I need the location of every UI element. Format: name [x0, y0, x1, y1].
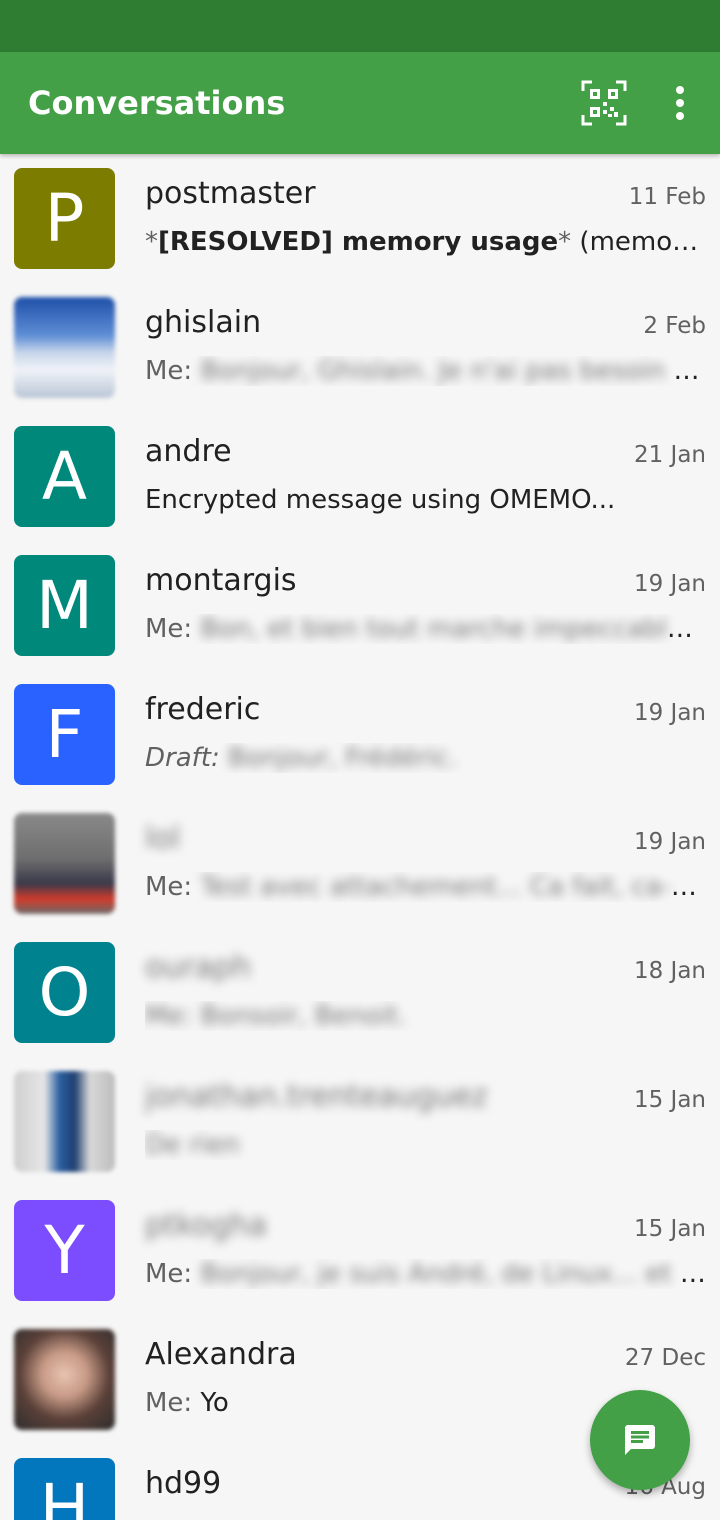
message-date: 21 Jan	[633, 442, 706, 468]
avatar-letter: A	[41, 438, 88, 515]
message-date: 15 Jan	[633, 1087, 706, 1113]
preview-text: Bonjour, je suis André, de Linux... et j…	[200, 1259, 707, 1289]
conversation-row-ghislain[interactable]: ghislain 2 Feb Me: Bonjour, Ghislain. Je…	[0, 283, 720, 412]
contact-name: Alexandra	[145, 1337, 297, 1372]
preview-text: Yo	[200, 1388, 229, 1418]
avatar-letter: M	[36, 567, 93, 644]
avatar: H	[14, 1458, 115, 1520]
new-message-icon	[625, 1425, 655, 1455]
conversation-row-frederic[interactable]: F frederic 19 Jan Draft: Bonjour, Frédér…	[0, 670, 720, 799]
message-preview: *[RESOLVED] memory usage* (memory usage.…	[145, 227, 707, 257]
contact-name: frederic	[145, 692, 261, 727]
avatar: A	[14, 426, 115, 527]
conversation-row-andre[interactable]: A andre 21 Jan Encrypted message using O…	[0, 412, 720, 541]
avatar-letter: H	[39, 1470, 90, 1520]
message-date: 15 Jan	[633, 1216, 706, 1242]
preview-text: Me: Bonsoir, Benoit.	[145, 1001, 407, 1031]
app-title: Conversations	[28, 84, 286, 122]
conversation-row-jonathan[interactable]: jonathan.trenteauguez 15 Jan De rien	[0, 1057, 720, 1186]
draft-prefix: Draft:	[145, 743, 220, 773]
avatar: M	[14, 555, 115, 656]
preview-text: De rien	[145, 1130, 240, 1160]
contact-name: montargis	[145, 563, 297, 598]
message-date: 19 Jan	[633, 829, 706, 855]
preview-bold-text: [RESOLVED] memory usage	[158, 227, 559, 257]
contact-name: ptkogha	[145, 1208, 267, 1243]
message-preview: Me: Bon, et bien tout marche impeccable.…	[145, 614, 707, 644]
more-vert-icon	[676, 86, 684, 120]
message-preview: Me: Test avec attachement... Ca fait, ca…	[145, 872, 707, 902]
qr-code-scan-button[interactable]	[580, 79, 628, 127]
status-bar	[0, 0, 720, 52]
conversation-row-ouraph[interactable]: O ouraph 18 Jan Me: Bonsoir, Benoit.	[0, 928, 720, 1057]
message-date: 19 Jan	[633, 571, 706, 597]
message-date: 2 Feb	[643, 313, 706, 339]
markdown-star: *	[558, 227, 572, 257]
preview-text: Bonjour, Ghislain. Je n'ai pas besoin de…	[200, 356, 707, 386]
qr-code-scan-icon	[581, 80, 627, 126]
new-conversation-button[interactable]	[590, 1390, 690, 1490]
message-preview: Me: Bonjour, je suis André, de Linux... …	[145, 1259, 707, 1289]
avatar	[14, 297, 115, 398]
preview-text: Bonjour, Frédéric.	[228, 743, 458, 773]
message-preview: Draft: Bonjour, Frédéric.	[145, 743, 707, 773]
message-date: 11 Feb	[628, 184, 706, 210]
conversation-list: P postmaster 11 Feb *[RESOLVED] memory u…	[0, 154, 720, 1520]
preview-prefix: Me:	[145, 356, 193, 386]
message-date: 18 Jan	[633, 958, 706, 984]
conversation-row-postmaster[interactable]: P postmaster 11 Feb *[RESOLVED] memory u…	[0, 154, 720, 283]
preview-prefix: Me:	[145, 1388, 193, 1418]
app-bar: Conversations	[0, 52, 720, 154]
contact-name: postmaster	[145, 176, 316, 211]
avatar: Y	[14, 1200, 115, 1301]
avatar: P	[14, 168, 115, 269]
avatar: O	[14, 942, 115, 1043]
conversation-row-ptkogha[interactable]: Y ptkogha 15 Jan Me: Bonjour, je suis An…	[0, 1186, 720, 1315]
contact-name: andre	[145, 434, 232, 469]
message-preview: De rien	[145, 1130, 707, 1160]
contact-name: jonathan.trenteauguez	[145, 1079, 488, 1114]
preview-text: Test avec attachement... Ca fait, ca-g..…	[200, 872, 707, 902]
contact-name: hd99	[145, 1466, 222, 1501]
preview-prefix: Me:	[145, 614, 193, 644]
preview-prefix: Me:	[145, 1259, 193, 1289]
preview-prefix: Me:	[145, 872, 193, 902]
avatar-letter: F	[45, 696, 84, 773]
contact-name: lol	[145, 821, 181, 856]
contact-name: ouraph	[145, 950, 252, 985]
avatar	[14, 1329, 115, 1430]
avatar	[14, 813, 115, 914]
avatar-letter: P	[44, 180, 85, 257]
message-date: 19 Jan	[633, 700, 706, 726]
avatar	[14, 1071, 115, 1172]
preview-text: (memory usage...	[579, 227, 707, 257]
contact-name: ghislain	[145, 305, 262, 340]
message-preview: Me: Bonsoir, Benoit.	[145, 1001, 707, 1031]
message-preview: Me: Bonjour, Ghislain. Je n'ai pas besoi…	[145, 356, 707, 386]
message-date: 27 Dec	[624, 1345, 706, 1371]
message-preview: Encrypted message using OMEMO...	[145, 485, 707, 515]
avatar-letter: Y	[44, 1212, 85, 1289]
avatar: F	[14, 684, 115, 785]
conversation-row-montargis[interactable]: M montargis 19 Jan Me: Bon, et bien tout…	[0, 541, 720, 670]
markdown-star: *	[145, 227, 158, 257]
preview-text: Encrypted message using OMEMO...	[145, 485, 616, 515]
conversation-row-lol[interactable]: lol 19 Jan Me: Test avec attachement... …	[0, 799, 720, 928]
avatar-letter: O	[38, 954, 91, 1031]
overflow-menu-button[interactable]	[660, 79, 700, 127]
preview-text: Bon, et bien tout marche impeccable...	[200, 614, 707, 644]
